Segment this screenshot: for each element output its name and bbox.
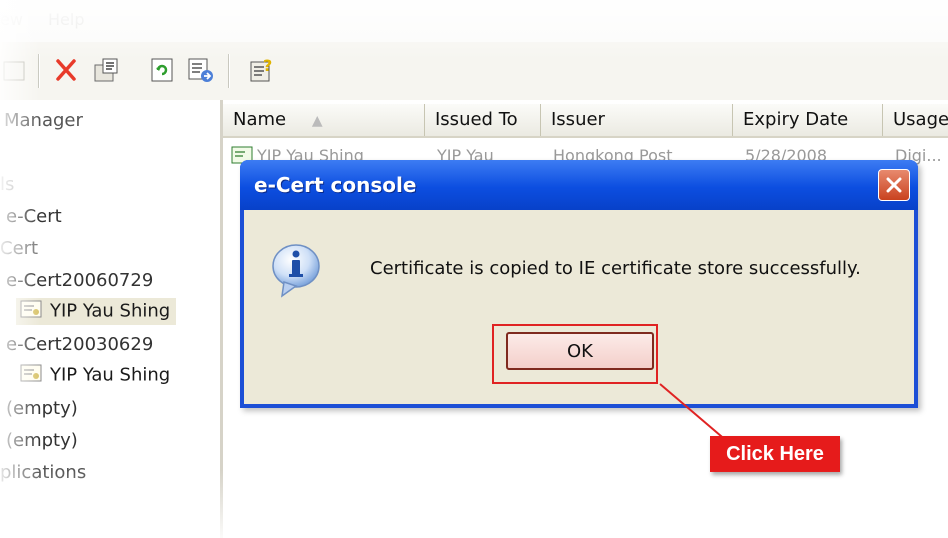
svg-text:?: ? — [263, 56, 272, 75]
box-icon[interactable] — [2, 56, 30, 84]
column-header-issuer[interactable]: Issuer — [541, 104, 733, 136]
column-header-name[interactable]: Name ▲ — [223, 104, 425, 136]
certificate-icon — [20, 300, 42, 323]
properties-icon[interactable] — [92, 56, 120, 84]
menu-item-help[interactable]: Help — [48, 10, 84, 29]
click-here-callout: Click Here — [710, 436, 840, 472]
info-icon — [270, 242, 322, 300]
menu-bar: ew Help — [0, 0, 948, 42]
menu-item-view[interactable]: ew — [0, 10, 23, 29]
certificate-label: YIP Yau Shing — [50, 300, 171, 322]
help-icon[interactable]: ? — [248, 56, 276, 84]
certificate-label: YIP Yau Shing — [50, 364, 171, 386]
close-icon — [886, 177, 902, 193]
tree-item-cert[interactable]: Cert — [0, 238, 38, 259]
delete-icon[interactable] — [52, 56, 80, 84]
column-header-usage[interactable]: Usage — [883, 104, 948, 136]
tree-item-ecert-20060729[interactable]: e-Cert20060729 — [6, 270, 153, 291]
column-header-expiry-date[interactable]: Expiry Date — [733, 104, 883, 136]
toolbar-separator — [38, 54, 40, 88]
tree-item-ecert[interactable]: e-Cert — [6, 206, 62, 227]
tree-item-certificate-selected[interactable]: YIP Yau Shing — [16, 298, 177, 325]
toolbar-separator — [228, 54, 230, 88]
tree-item-empty[interactable]: (empty) — [6, 398, 78, 419]
close-button[interactable] — [878, 169, 910, 201]
certificate-icon — [20, 364, 42, 387]
tree-item-manager[interactable]: Manager — [4, 110, 83, 131]
tree-item-applications[interactable]: plications — [0, 462, 86, 483]
toolbar — [0, 42, 948, 100]
dialog-titlebar[interactable]: e-Cert console — [240, 160, 918, 210]
export-icon[interactable] — [186, 56, 214, 84]
tree-item-ecert-20030629[interactable]: e-Cert20030629 — [6, 334, 153, 355]
list-header: Name ▲ Issued To Issuer Expiry Date Usag… — [223, 104, 948, 138]
tree-item-certificate[interactable]: YIP Yau Shing — [20, 364, 170, 387]
dialog-message: Certificate is copied to IE certificate … — [370, 258, 861, 279]
sort-ascending-icon: ▲ — [311, 113, 323, 129]
refresh-icon[interactable] — [148, 56, 176, 84]
column-header-issued-to[interactable]: Issued To — [425, 104, 541, 136]
ok-highlight-box — [492, 324, 658, 384]
tree-item-empty[interactable]: (empty) — [6, 430, 78, 451]
dialog-title: e-Cert console — [254, 173, 417, 197]
tree-item-certs[interactable]: ls — [0, 174, 14, 195]
